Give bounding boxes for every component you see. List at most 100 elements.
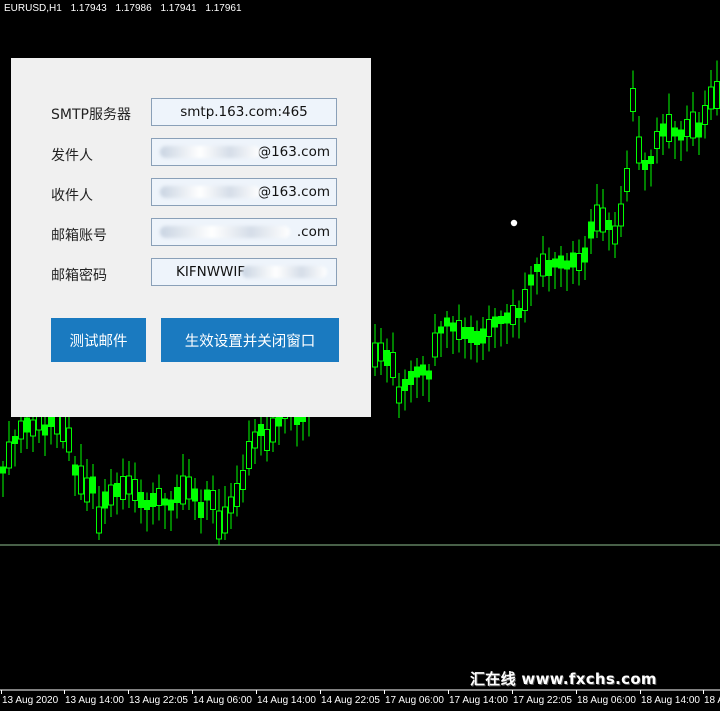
candle-body bbox=[204, 489, 210, 501]
chart-low: 1.17941 bbox=[160, 3, 197, 14]
candle-body bbox=[690, 111, 696, 139]
candle-body bbox=[222, 506, 228, 534]
time-tick-label: 14 Aug 06:00 bbox=[193, 695, 252, 706]
candle-body bbox=[30, 419, 36, 437]
candle-body bbox=[384, 350, 390, 366]
candle-body bbox=[60, 414, 66, 442]
time-tick-mark bbox=[256, 690, 257, 694]
candle-body bbox=[228, 496, 234, 514]
chart-high: 1.17986 bbox=[115, 3, 152, 14]
smtp-label: SMTP服务器 bbox=[51, 107, 131, 123]
candle-body bbox=[510, 305, 516, 325]
candle-body bbox=[210, 490, 216, 510]
test-email-button[interactable]: 测试邮件 bbox=[51, 318, 146, 362]
candle-body bbox=[162, 498, 168, 506]
apply-and-close-button[interactable]: 生效设置并关闭窗口 bbox=[161, 318, 339, 362]
password-field[interactable]: KIFNWWIF bbox=[151, 258, 337, 286]
account-field[interactable]: .com bbox=[151, 218, 337, 246]
time-tick-label: 17 Aug 14:00 bbox=[449, 695, 508, 706]
candle-body bbox=[132, 479, 138, 501]
candle-body bbox=[198, 502, 204, 518]
candle-body bbox=[72, 464, 78, 476]
candle-body bbox=[240, 470, 246, 490]
candle-body bbox=[498, 316, 504, 324]
candle-body bbox=[192, 488, 198, 502]
time-tick-mark bbox=[640, 690, 641, 694]
candle-body bbox=[78, 465, 84, 495]
candle-body bbox=[564, 260, 570, 270]
candle-body bbox=[708, 86, 714, 110]
candle-body bbox=[468, 327, 474, 343]
candle-body bbox=[552, 258, 558, 268]
candle-body bbox=[672, 127, 678, 137]
candle-body bbox=[270, 417, 276, 443]
candle-body bbox=[660, 123, 666, 137]
candle-body bbox=[102, 491, 108, 509]
candle-body bbox=[390, 352, 396, 378]
time-tick-label: 17 Aug 06:00 bbox=[385, 695, 444, 706]
time-tick-label: 18 Aug 06:00 bbox=[577, 695, 636, 706]
candle-body bbox=[696, 122, 702, 138]
time-tick-label: 18 Aug 14:00 bbox=[641, 695, 700, 706]
account-label: 邮箱账号 bbox=[51, 228, 107, 244]
candle-body bbox=[540, 253, 546, 277]
candle-body bbox=[96, 506, 102, 534]
candle-body bbox=[702, 105, 708, 125]
candle-body bbox=[714, 81, 720, 109]
time-tick-mark bbox=[512, 690, 513, 694]
candle-body bbox=[108, 484, 114, 506]
smtp-server-field[interactable]: smtp.163.com:465 bbox=[151, 98, 337, 126]
smtp-server-value: smtp.163.com:465 bbox=[180, 104, 308, 120]
candle-body bbox=[462, 327, 468, 339]
candle-body bbox=[168, 499, 174, 511]
candle-body bbox=[12, 436, 18, 444]
candle-body bbox=[534, 264, 540, 272]
candle-body bbox=[84, 477, 90, 503]
candle-body bbox=[630, 88, 636, 112]
redaction-mask bbox=[160, 146, 260, 158]
candle-body bbox=[558, 255, 564, 269]
candle-body bbox=[642, 160, 648, 170]
recipient-field[interactable]: @163.com bbox=[151, 178, 337, 206]
candle-body bbox=[402, 379, 408, 391]
time-tick-mark bbox=[576, 690, 577, 694]
sender-field[interactable]: @163.com bbox=[151, 138, 337, 166]
candle-body bbox=[594, 204, 600, 232]
candle-body bbox=[516, 308, 522, 318]
redaction-mask bbox=[242, 266, 327, 278]
password-label: 邮箱密码 bbox=[51, 268, 107, 284]
candle-body bbox=[582, 247, 588, 263]
time-tick-label: 17 Aug 22:05 bbox=[513, 695, 572, 706]
time-tick-label: 14 Aug 22:05 bbox=[321, 695, 380, 706]
time-tick-mark bbox=[320, 690, 321, 694]
chart-header: EURUSD,H1 1.17943 1.17986 1.17941 1.1796… bbox=[4, 3, 248, 14]
candle-body bbox=[24, 417, 30, 433]
candle-body bbox=[414, 366, 420, 378]
candle-body bbox=[0, 466, 6, 474]
candle-body bbox=[474, 331, 480, 345]
time-tick-label: 18 Au bbox=[704, 695, 720, 706]
candle-body bbox=[234, 483, 240, 507]
candle-body bbox=[444, 317, 450, 327]
candle-body bbox=[654, 131, 660, 149]
redaction-mask bbox=[160, 226, 290, 238]
candle-body bbox=[576, 253, 582, 271]
time-tick-mark bbox=[64, 690, 65, 694]
candle-body bbox=[624, 168, 630, 192]
redaction-mask bbox=[160, 186, 260, 198]
time-tick-label: 14 Aug 14:00 bbox=[257, 695, 316, 706]
candle-body bbox=[432, 332, 438, 358]
time-tick-label: 13 Aug 2020 bbox=[2, 695, 59, 706]
candle-body bbox=[180, 475, 186, 505]
candle-body bbox=[450, 322, 456, 332]
chart-close: 1.17961 bbox=[205, 3, 242, 14]
time-tick-mark bbox=[448, 690, 449, 694]
email-settings-dialog: SMTP服务器 smtp.163.com:465 发件人 @163.com 收件… bbox=[11, 58, 371, 417]
candle-body bbox=[6, 441, 12, 469]
password-value: KIFNWWIF bbox=[176, 264, 246, 280]
candle-body bbox=[606, 220, 612, 230]
candle-body bbox=[378, 342, 384, 362]
candle-body bbox=[372, 342, 378, 368]
candle-body bbox=[18, 420, 24, 440]
sender-value: @163.com bbox=[257, 144, 330, 160]
